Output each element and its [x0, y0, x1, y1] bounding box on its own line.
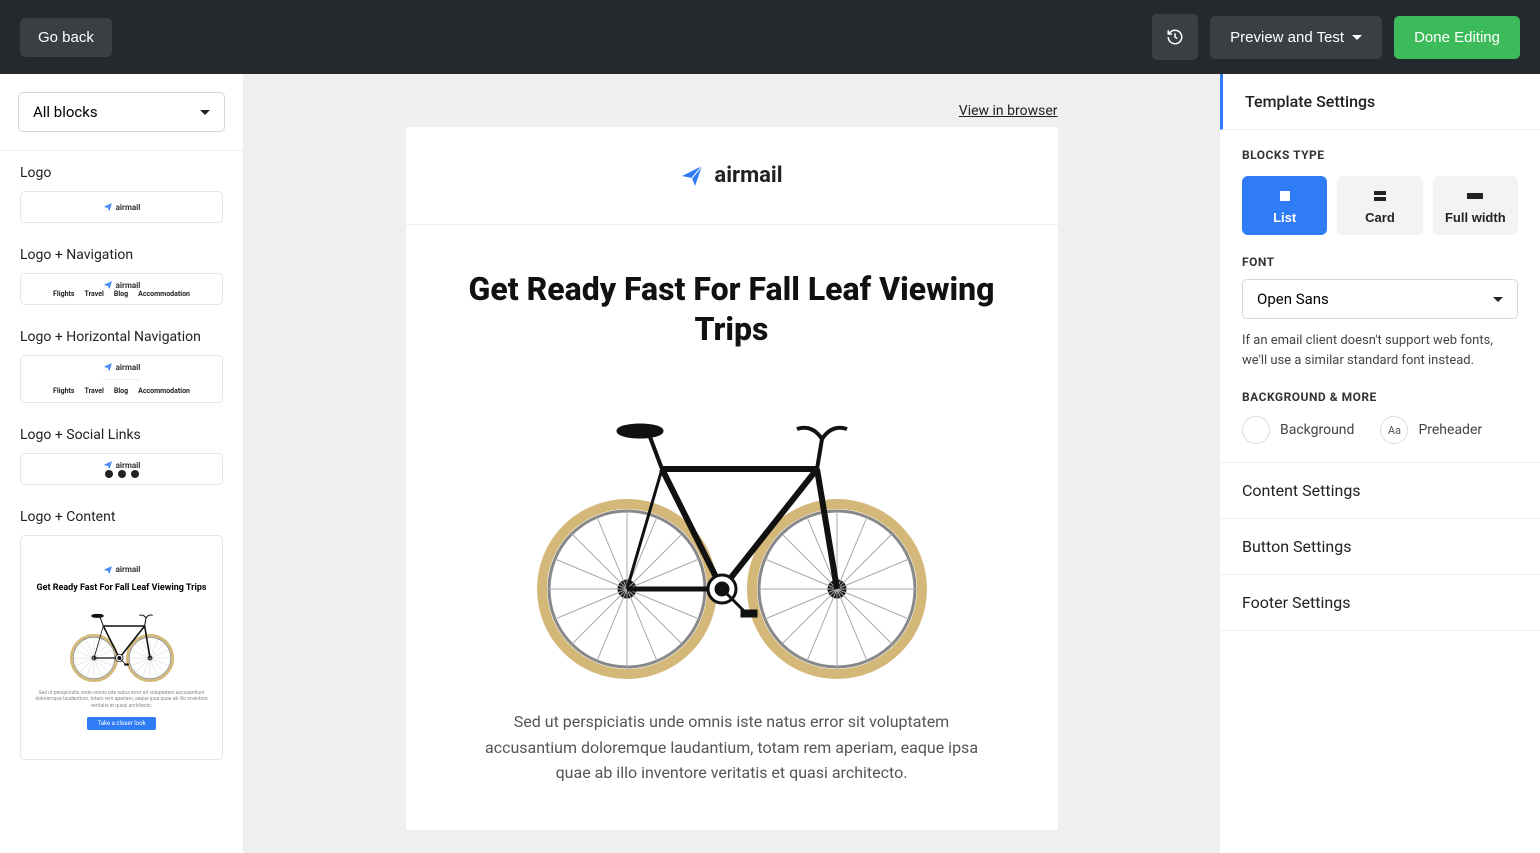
social-icon [105, 470, 113, 478]
blocks-type-fullwidth[interactable]: Full width [1433, 176, 1518, 235]
history-icon [1166, 28, 1184, 46]
email-paragraph: Sed ut perspiciatis unde omnis iste natu… [472, 709, 992, 786]
bike-icon [62, 602, 182, 682]
fullwidth-icon [1467, 190, 1483, 202]
top-bar: Go back Preview and Test Done Editing [0, 0, 1540, 74]
email-headline: Get Ready Fast For Fall Leaf Viewing Tri… [466, 269, 998, 349]
chevron-down-icon [1493, 297, 1503, 302]
mini-cta-button: Take a closer look [87, 717, 155, 730]
block-filter-select[interactable]: All blocks [18, 92, 225, 132]
preview-test-button[interactable]: Preview and Test [1210, 16, 1382, 59]
bgmore-label: BACKGROUND & MORE [1242, 390, 1518, 404]
paper-plane-icon [103, 202, 113, 212]
bike-image [522, 379, 942, 679]
block-label: Logo + Horizontal Navigation [20, 329, 223, 345]
block-label: Logo + Content [20, 509, 223, 525]
preheader-aa-icon: Aa [1380, 416, 1408, 444]
font-note: If an email client doesn't support web f… [1242, 331, 1518, 370]
background-option[interactable]: Background [1242, 416, 1354, 444]
background-swatch-icon [1242, 416, 1270, 444]
tab-template-settings[interactable]: Template Settings [1220, 74, 1540, 130]
social-icon [131, 470, 139, 478]
block-thumb-logo-content[interactable]: airmail Get Ready Fast For Fall Leaf Vie… [20, 535, 223, 760]
go-back-button[interactable]: Go back [20, 18, 112, 57]
block-thumb-logo-social[interactable]: airmail [20, 453, 223, 485]
block-label: Logo [20, 165, 223, 181]
block-label: Logo + Social Links [20, 427, 223, 443]
blocks-type-label: BLOCKS TYPE [1242, 148, 1518, 162]
settings-panel: Template Settings BLOCKS TYPE List Card … [1220, 74, 1540, 853]
list-icon [1277, 190, 1293, 202]
font-select[interactable]: Open Sans [1242, 279, 1518, 319]
tab-button-settings[interactable]: Button Settings [1220, 519, 1540, 575]
block-label: Logo + Navigation [20, 247, 223, 263]
brand-name: airmail [714, 163, 782, 188]
history-button[interactable] [1152, 14, 1198, 60]
paper-plane-icon [103, 280, 113, 290]
paper-plane-icon [103, 362, 113, 372]
blocks-type-card[interactable]: Card [1337, 176, 1422, 235]
block-thumb-logo-hnav[interactable]: airmail Flights Travel Blog Accommodatio… [20, 355, 223, 403]
card-icon [1372, 190, 1388, 202]
blocks-type-list[interactable]: List [1242, 176, 1327, 235]
block-thumb-logo[interactable]: airmail [20, 191, 223, 223]
chevron-down-icon [1352, 35, 1362, 40]
paper-plane-icon [680, 164, 704, 188]
social-icon [118, 470, 126, 478]
email-preview[interactable]: airmail Get Ready Fast For Fall Leaf Vie… [406, 127, 1058, 830]
editor-canvas: View in browser airmail Get Ready Fast F… [243, 74, 1220, 853]
block-thumb-logo-nav[interactable]: airmail Flights Travel Blog Accommodatio… [20, 273, 223, 305]
blocks-panel: All blocks Logo airmail Logo + Navigatio… [0, 74, 243, 853]
tab-footer-settings[interactable]: Footer Settings [1220, 575, 1540, 631]
chevron-down-icon [200, 110, 210, 115]
paper-plane-icon [103, 565, 113, 575]
done-editing-button[interactable]: Done Editing [1394, 16, 1520, 59]
tab-content-settings[interactable]: Content Settings [1220, 463, 1540, 519]
view-in-browser-link[interactable]: View in browser [959, 103, 1058, 119]
preheader-option[interactable]: Aa Preheader [1380, 416, 1482, 444]
paper-plane-icon [103, 460, 113, 470]
font-label: FONT [1242, 255, 1518, 269]
